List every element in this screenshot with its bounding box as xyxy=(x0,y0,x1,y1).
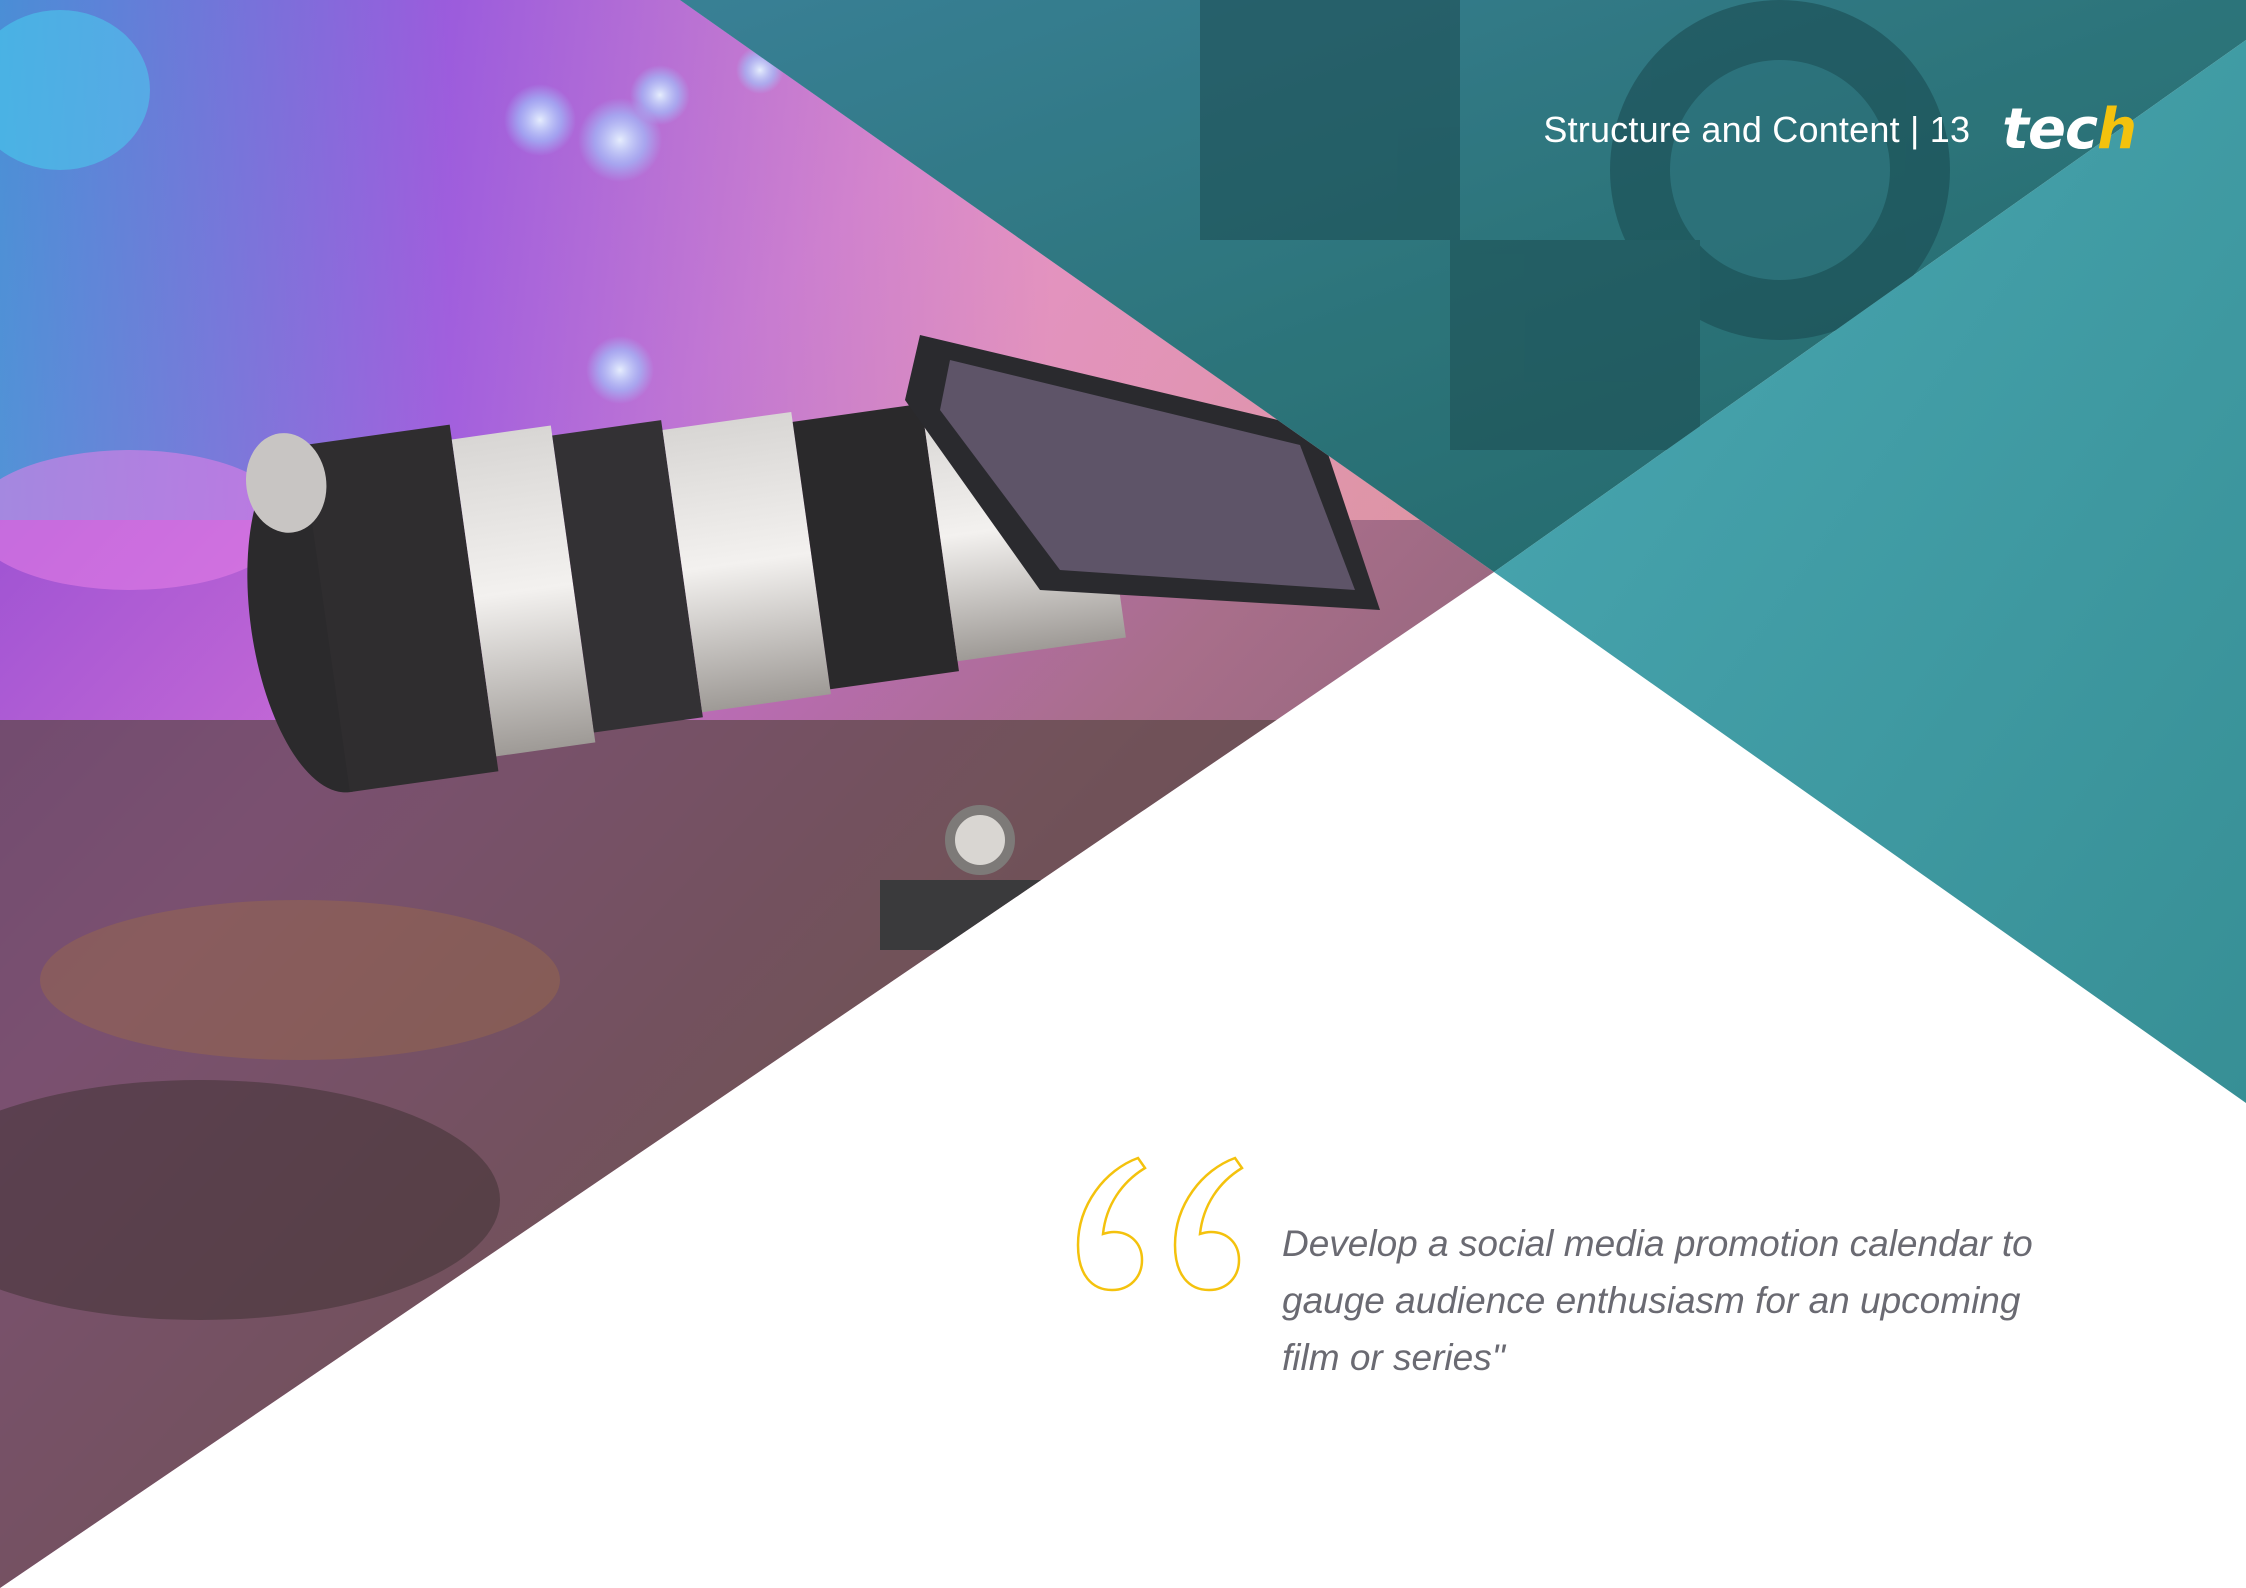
quote-text: Develop a social media promotion calenda… xyxy=(1282,1223,2033,1378)
page-header: Structure and Content | 13 tech xyxy=(1543,97,2137,162)
quote-block: Develop a social media promotion calenda… xyxy=(1070,1150,2050,1410)
section-title: Structure and Content | 13 xyxy=(1543,109,1971,150)
open-quote-icon xyxy=(1076,1156,1244,1292)
tech-logo: tech xyxy=(2002,97,2137,162)
